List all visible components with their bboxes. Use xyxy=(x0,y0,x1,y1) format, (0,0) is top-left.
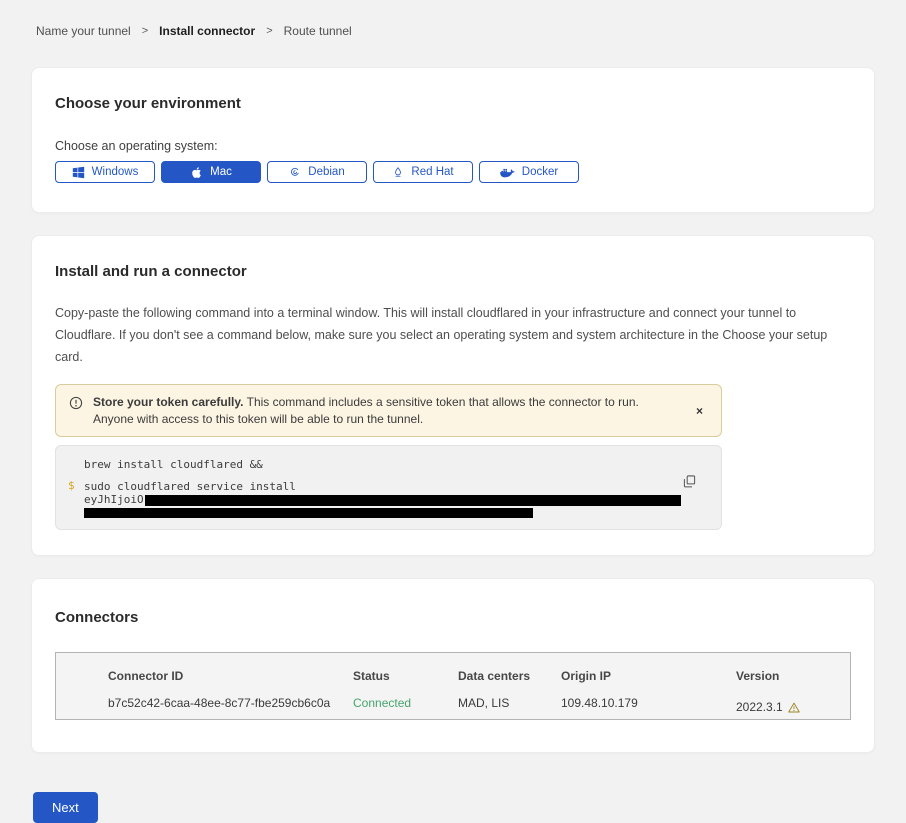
os-button-label: Debian xyxy=(308,166,344,178)
cell-origin-ip: 109.48.10.179 xyxy=(561,696,736,720)
command-line-token: eyJhIjoiO xyxy=(84,493,681,506)
command-line-brew: brew install cloudflared && xyxy=(84,458,681,471)
col-header-status: Status xyxy=(353,669,458,693)
connectors-card-title: Connectors xyxy=(55,609,851,626)
version-value: 2022.3.1 xyxy=(736,700,783,714)
os-button-docker[interactable]: Docker xyxy=(479,161,579,183)
token-prefix: eyJhIjoiO xyxy=(84,493,144,506)
breadcrumb-name-your-tunnel[interactable]: Name your tunnel xyxy=(36,24,131,38)
os-select-label: Choose an operating system: xyxy=(55,139,851,153)
install-command-code-block: $ brew install cloudflared && sudo cloud… xyxy=(55,445,722,530)
col-header-origin-ip: Origin IP xyxy=(561,669,736,693)
os-button-label: Mac xyxy=(210,166,232,178)
os-button-debian[interactable]: Debian xyxy=(267,161,367,183)
os-button-label: Red Hat xyxy=(411,166,453,178)
os-button-mac[interactable]: Mac xyxy=(161,161,261,183)
redacted-token-bar xyxy=(84,508,533,518)
breadcrumb-separator: > xyxy=(266,25,272,37)
install-description: Copy-paste the following command into a … xyxy=(55,302,850,368)
warning-message: Store your token carefully. This command… xyxy=(93,394,666,427)
os-button-redhat[interactable]: Red Hat xyxy=(373,161,473,183)
environment-card-title: Choose your environment xyxy=(55,95,851,112)
install-connector-card: Install and run a connector Copy-paste t… xyxy=(31,235,875,556)
command-line-sudo: sudo cloudflared service install xyxy=(84,480,681,493)
connectors-table: Connector ID Status Data centers Origin … xyxy=(55,652,851,720)
close-icon[interactable]: × xyxy=(690,401,709,421)
connectors-card: Connectors Connector ID Status Data cent… xyxy=(31,578,875,753)
choose-environment-card: Choose your environment Choose an operat… xyxy=(31,67,875,213)
breadcrumb-route-tunnel[interactable]: Route tunnel xyxy=(284,24,352,38)
col-header-data-centers: Data centers xyxy=(458,669,561,693)
version-warning-icon xyxy=(788,702,800,713)
apple-icon xyxy=(190,166,203,179)
os-button-windows[interactable]: Windows xyxy=(55,161,155,183)
next-button[interactable]: Next xyxy=(33,792,98,823)
cell-version: 2022.3.1 xyxy=(736,696,850,720)
breadcrumb-separator: > xyxy=(142,25,148,37)
docker-whale-icon xyxy=(500,167,515,178)
status-badge: Connected xyxy=(353,696,458,720)
debian-icon xyxy=(289,166,301,178)
windows-icon xyxy=(72,166,85,179)
redacted-token-bar xyxy=(145,495,681,506)
os-button-label: Docker xyxy=(522,166,558,178)
install-card-title: Install and run a connector xyxy=(55,263,851,280)
token-warning-banner: Store your token carefully. This command… xyxy=(55,384,722,437)
col-header-connector-id: Connector ID xyxy=(108,669,353,693)
col-header-version: Version xyxy=(736,669,850,693)
os-button-group: Windows Mac Debian Red Hat Docker xyxy=(55,161,851,183)
os-button-label: Windows xyxy=(92,166,139,178)
warning-title: Store your token carefully. xyxy=(93,395,244,409)
cell-data-centers: MAD, LIS xyxy=(458,696,561,720)
shell-prompt: $ xyxy=(68,479,75,492)
copy-icon[interactable] xyxy=(680,472,699,491)
redhat-icon xyxy=(392,166,404,179)
command-line-token-2 xyxy=(84,506,681,519)
cell-connector-id: b7c52c42-6caa-48ee-8c77-fbe259cb6c0a xyxy=(108,696,353,720)
breadcrumb-install-connector[interactable]: Install connector xyxy=(159,24,255,38)
breadcrumb: Name your tunnel > Install connector > R… xyxy=(0,0,906,38)
alert-circle-icon xyxy=(69,396,83,410)
